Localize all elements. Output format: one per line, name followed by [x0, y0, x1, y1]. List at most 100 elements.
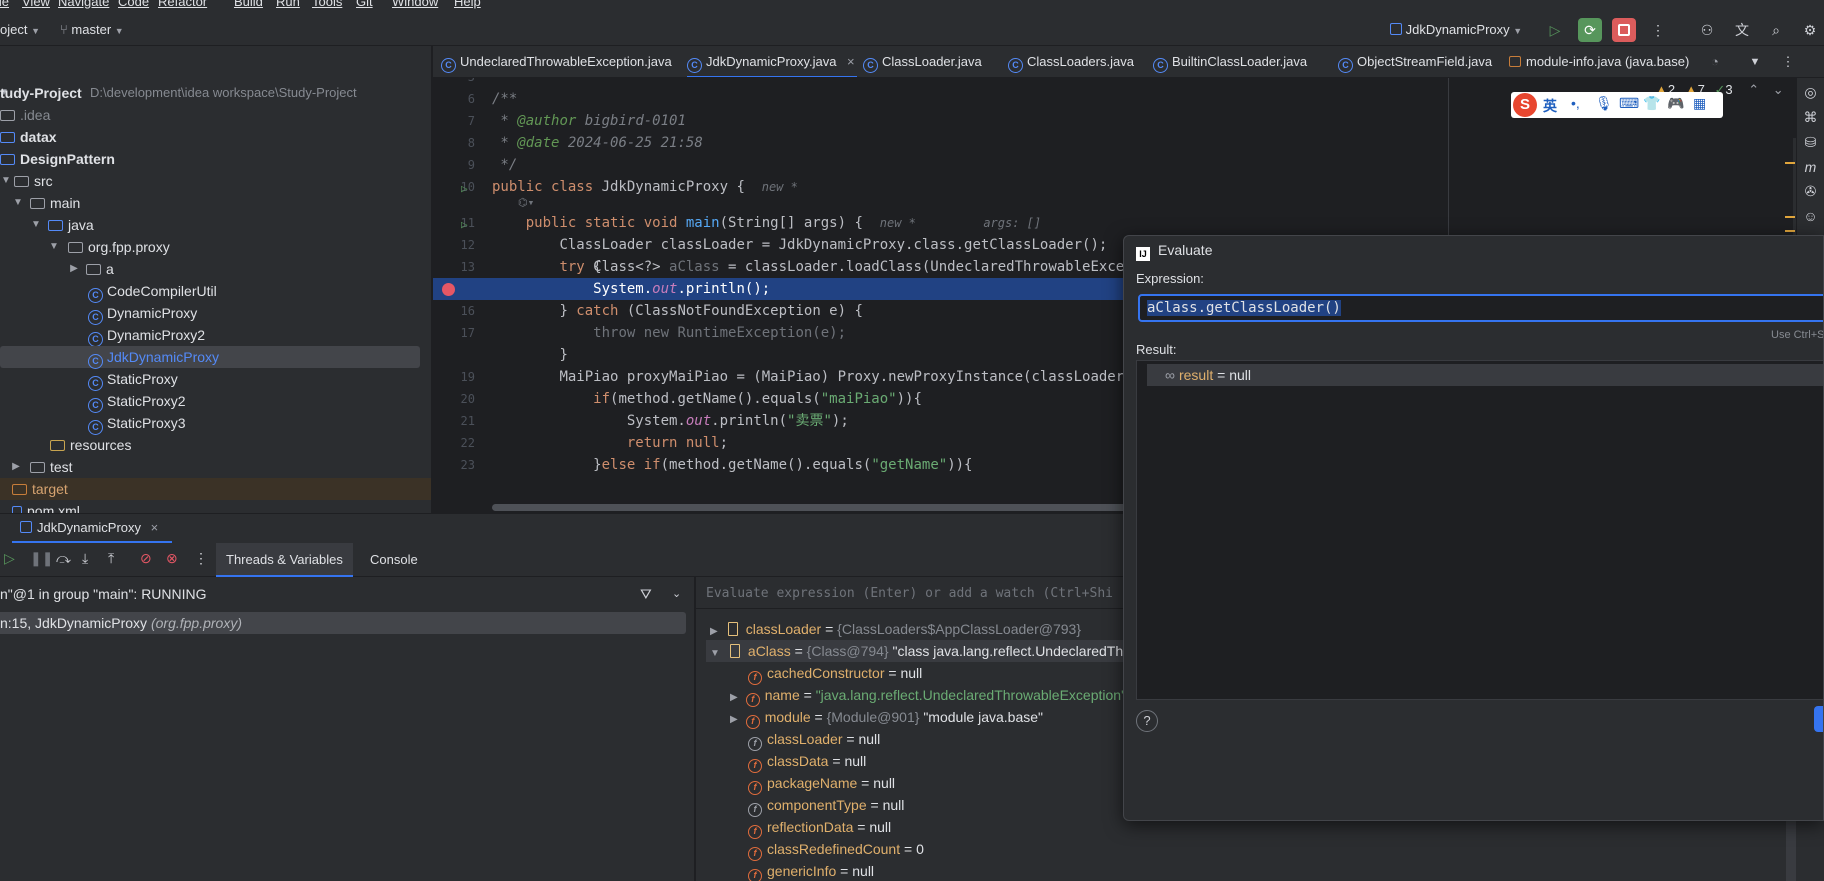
variable-row[interactable]: f genericInfo = null — [748, 860, 874, 881]
notifications-icon[interactable]: ◎ — [1797, 84, 1824, 101]
tree-item-designpattern[interactable]: DesignPattern — [0, 148, 431, 170]
variable-row[interactable]: ▶ f name = "java.lang.reflect.UndeclaredTh… — [730, 684, 1126, 707]
menu-code[interactable]: Code — [118, 0, 149, 9]
step-over-icon[interactable]: ⤼ — [56, 550, 71, 567]
ai-assistant-icon[interactable]: ⌘ — [1797, 109, 1824, 126]
tree-item-java[interactable]: ▼ java — [0, 214, 431, 236]
more-vertical-icon[interactable]: ⋮ — [1773, 46, 1803, 77]
tab-builtinclassloader[interactable]: C BuiltinClassLoader.java — [1153, 46, 1307, 77]
tab-console[interactable]: Console — [360, 543, 428, 577]
variable-row[interactable]: ▶ f module = {Module@901} "module java.bas… — [730, 706, 1043, 729]
variable-row[interactable]: f classData = null — [748, 750, 866, 773]
more-vertical-icon[interactable]: ⋮ — [194, 550, 208, 567]
tree-item-dynamicproxy2[interactable]: C DynamicProxy2 — [0, 324, 431, 347]
view-breakpoints-icon[interactable]: ⊘ — [140, 550, 152, 567]
close-icon[interactable]: × — [151, 520, 159, 535]
menu-window[interactable]: Window — [392, 0, 438, 9]
maven-icon[interactable]: m — [1797, 159, 1824, 175]
search-icon[interactable]: ⌕ — [1764, 18, 1788, 42]
help-button[interactable]: ? — [1136, 710, 1158, 732]
tab-overflow-icon[interactable]: ◔ — [1711, 46, 1719, 77]
chevron-up-icon[interactable]: ⌃ — [1748, 82, 1759, 97]
project-widget[interactable]: oject ▼ — [0, 22, 40, 37]
tree-item-idea[interactable]: .idea — [0, 104, 431, 126]
tree-item-codecompilerutil[interactable]: C CodeCompilerUtil — [0, 280, 431, 303]
settings-icon[interactable]: ⚙ — [1798, 18, 1822, 42]
mute-breakpoints-icon[interactable]: ⊗ — [166, 550, 178, 567]
run-gutter-icon[interactable]: ▷ — [461, 218, 468, 231]
result-row[interactable]: ∞ result = null — [1147, 364, 1823, 386]
microphone-icon[interactable]: 🎙 — [1595, 95, 1613, 112]
variable-row[interactable]: ▶ classLoader = {ClassLoaders$AppClassLoa… — [710, 618, 1081, 640]
tab-jdkdynamicproxy[interactable]: C JdkDynamicProxy.java × — [687, 46, 857, 77]
warning-stripe[interactable] — [1785, 162, 1795, 164]
expression-input[interactable]: aClass.getClassLoader() — [1138, 294, 1823, 322]
tree-item-src[interactable]: ▼ src — [0, 170, 431, 192]
tree-item-jdkdynamicproxy[interactable]: C JdkDynamicProxy — [0, 346, 420, 369]
tree-item-datax[interactable]: datax — [0, 126, 431, 148]
menu-file[interactable]: ile — [0, 0, 9, 9]
usage-hint[interactable]: new * — [762, 180, 798, 194]
menu-refactor[interactable]: Refactor — [158, 0, 207, 9]
tree-item-package[interactable]: ▼ org.fpp.proxy — [0, 236, 431, 258]
warning-stripe[interactable] — [1785, 230, 1795, 232]
user-icon[interactable]: ⚇ — [1695, 18, 1719, 42]
evaluate-button[interactable] — [1814, 706, 1823, 732]
resume-icon[interactable]: ▷ — [4, 550, 15, 567]
menu-run[interactable]: Run — [276, 0, 300, 9]
horizontal-scrollbar[interactable] — [492, 504, 1152, 511]
variable-row[interactable]: f classLoader = null — [748, 728, 880, 751]
variable-row[interactable]: f reflectionData = null — [748, 816, 891, 839]
keyboard-icon[interactable]: ⌨ — [1619, 95, 1639, 112]
menu-navigate[interactable]: Navigate — [58, 0, 109, 9]
variable-row[interactable]: f packageName = null — [748, 772, 895, 795]
stop-icon[interactable] — [1612, 18, 1636, 42]
stack-frame[interactable]: n:15, JdkDynamicProxy (org.fpp.proxy) — [0, 612, 686, 634]
tree-item-pom[interactable]: pom.xml — [0, 500, 431, 513]
skin-icon[interactable]: 👕 — [1643, 95, 1660, 112]
tree-item-staticproxy2[interactable]: C StaticProxy2 — [0, 390, 431, 413]
tree-item-a[interactable]: ▶ a — [0, 258, 431, 280]
menu-view[interactable]: View — [22, 0, 50, 9]
filter-icon[interactable]: ⛛ — [640, 581, 652, 607]
menu-tools[interactable]: Tools — [312, 0, 342, 9]
variable-row[interactable]: f classRedefinedCount = 0 — [748, 838, 924, 861]
variable-row[interactable]: f componentType = null — [748, 794, 904, 817]
tab-objectstreamfield[interactable]: C ObjectStreamField.java — [1338, 46, 1492, 77]
database-icon[interactable]: ⛁ — [1797, 134, 1824, 151]
tab-classloader[interactable]: C ClassLoader.java — [863, 46, 982, 77]
ai-hint-icon[interactable]: ⌬▾ — [518, 192, 534, 214]
toolbox-icon[interactable]: ▦ — [1693, 95, 1706, 112]
step-out-icon[interactable]: ⤒ — [108, 550, 114, 567]
close-icon[interactable]: × — [847, 46, 855, 77]
tab-undeclaredthrowableexception[interactable]: C UndeclaredThrowableException.java — [441, 46, 672, 77]
pause-icon[interactable]: ❚❚ — [30, 550, 53, 567]
tree-item-target[interactable]: target — [0, 478, 431, 500]
tree-item-resources[interactable]: resources — [0, 434, 431, 456]
debug-rerun-icon[interactable]: ⟳ — [1578, 18, 1602, 42]
tree-root[interactable]: ▼ tudy-Project D:\development\idea works… — [0, 82, 431, 104]
warning-stripe[interactable] — [1785, 216, 1795, 218]
chevron-down-icon[interactable]: ⌄ — [672, 581, 681, 607]
chevron-down-icon[interactable]: ▼ — [1735, 46, 1775, 77]
menu-git[interactable]: Git — [356, 0, 373, 9]
tree-item-staticproxy[interactable]: C StaticProxy — [0, 368, 431, 391]
tree-item-test[interactable]: ▶ test — [0, 456, 431, 478]
debug-session-tab[interactable]: JdkDynamicProxy × — [20, 520, 158, 535]
tree-item-dynamicproxy[interactable]: C DynamicProxy — [0, 302, 431, 325]
branch-widget[interactable]: ⑂ master ▼ — [60, 22, 124, 37]
ime-lang[interactable]: 英 — [1543, 96, 1557, 116]
gamepad-icon[interactable]: 🎮 — [1667, 95, 1684, 112]
tab-classloaders[interactable]: C ClassLoaders.java — [1008, 46, 1134, 77]
punctuation-icon[interactable]: •, — [1571, 95, 1580, 111]
run-gutter-icon[interactable]: ▷ — [461, 182, 468, 195]
plugin-icon[interactable]: ✇ — [1797, 183, 1824, 200]
tree-item-main[interactable]: ▼ main — [0, 192, 431, 214]
dialog-title-bar[interactable]: IJ Evaluate — [1136, 242, 1212, 261]
resume-icon[interactable]: ▷ — [1543, 18, 1567, 42]
thread-selector[interactable]: n"@1 in group "main": RUNNING ⛛ ⌄ — [0, 581, 695, 607]
tree-item-staticproxy3[interactable]: C StaticProxy3 — [0, 412, 431, 435]
translate-icon[interactable]: 文 — [1730, 18, 1754, 42]
menu-build[interactable]: Build — [234, 0, 263, 9]
copilot-icon[interactable]: ☺ — [1797, 208, 1824, 224]
